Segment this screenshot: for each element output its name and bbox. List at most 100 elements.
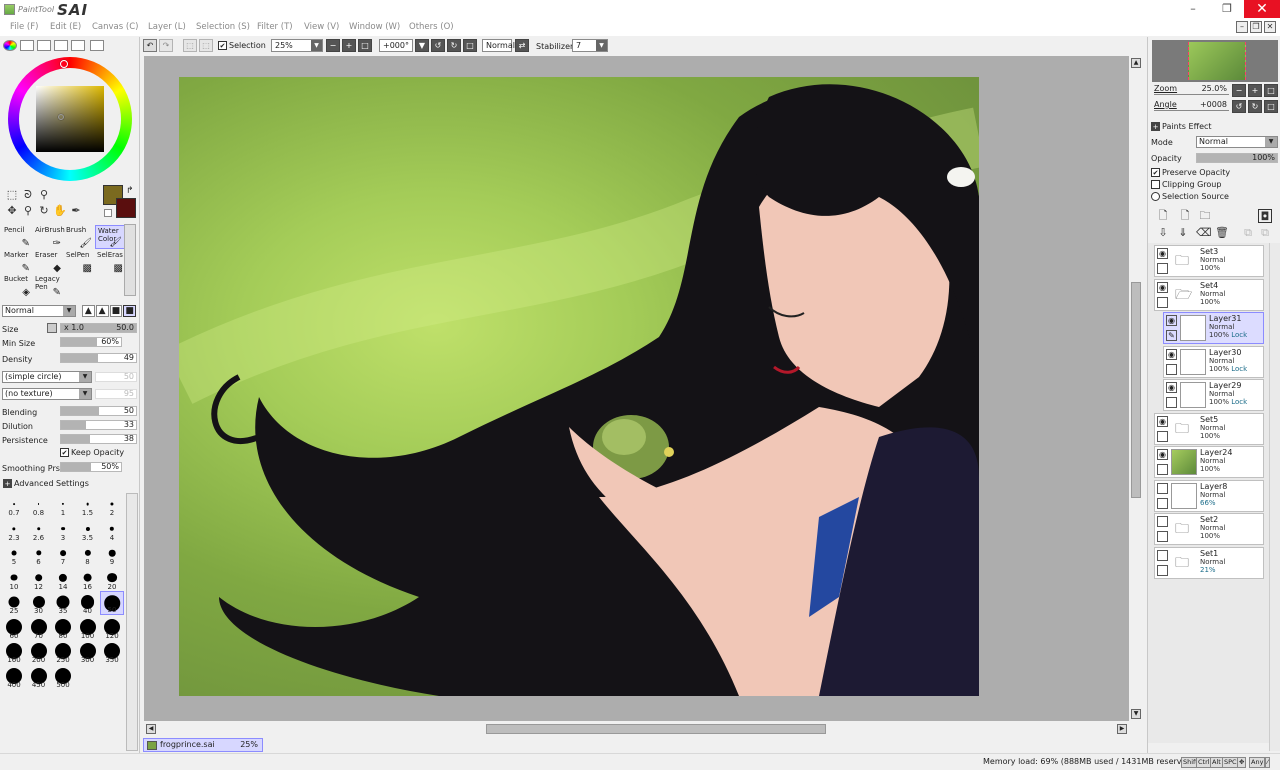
undo-button[interactable]: ↶ bbox=[143, 39, 157, 52]
zoom-reset-button[interactable]: □ bbox=[358, 39, 372, 52]
menu-others[interactable]: Others (O) bbox=[409, 22, 454, 32]
brush-size-cell[interactable]: 120 bbox=[100, 616, 124, 640]
brush-mode-dropdown[interactable]: Normal ▼ bbox=[2, 305, 76, 317]
nav-rotate-right-button[interactable]: ↻ bbox=[1248, 100, 1262, 113]
minimize-button[interactable]: – bbox=[1176, 0, 1210, 18]
menu-filter[interactable]: Filter (T) bbox=[257, 22, 293, 32]
clipping-group-checkbox[interactable] bbox=[1151, 180, 1160, 189]
layer-row-set1[interactable]: 🗀 Set1 Normal 21% bbox=[1154, 546, 1264, 579]
brush-size-cell[interactable]: 35 bbox=[51, 591, 75, 615]
blending-slider[interactable]: 50 bbox=[60, 406, 137, 416]
document-tab[interactable]: frogprince.sai 25% bbox=[143, 738, 263, 752]
layer-mode-dropdown[interactable]: Normal ▼ bbox=[1196, 136, 1278, 148]
brush-size-cell[interactable]: 350 bbox=[100, 640, 124, 664]
layer-list-scrollbar[interactable] bbox=[1269, 243, 1280, 751]
new-folder-icon[interactable]: 🗀 bbox=[1198, 209, 1212, 223]
eyedropper-icon[interactable]: ✒ bbox=[69, 204, 83, 218]
tool-marker[interactable]: Marker ✎ bbox=[2, 250, 32, 274]
layer-row-set3[interactable]: ◉ 🗀 Set3 Normal 100% bbox=[1154, 245, 1264, 277]
nav-zoom-out-button[interactable]: − bbox=[1232, 84, 1246, 97]
layer-row-layer24[interactable]: ◉ Layer24 Normal 100% bbox=[1154, 446, 1264, 478]
layer-row-layer8[interactable]: Layer8 Normal 66% bbox=[1154, 479, 1264, 512]
min-size-slider[interactable]: 60% bbox=[60, 337, 122, 347]
hand-icon[interactable]: ✋ bbox=[53, 204, 67, 218]
tool-brush[interactable]: Brush 🖌 bbox=[64, 225, 94, 249]
hue-selector[interactable] bbox=[60, 60, 68, 68]
menu-selection[interactable]: Selection (S) bbox=[196, 22, 250, 32]
brush-size-cell[interactable]: 300 bbox=[76, 640, 100, 664]
layer-row-set5[interactable]: ◉ 🗀 Set5 Normal 100% bbox=[1154, 412, 1264, 445]
brush-size-cell[interactable]: 450 bbox=[27, 665, 51, 689]
scroll-down-button[interactable]: ▼ bbox=[1131, 709, 1141, 719]
scroll-up-button[interactable]: ▲ bbox=[1131, 58, 1141, 68]
nav-zoom-reset-button[interactable]: □ bbox=[1264, 84, 1278, 97]
stabilizer-dropdown[interactable]: 7 ▼ bbox=[572, 39, 608, 52]
nav-angle-slider[interactable]: +0008 bbox=[1154, 100, 1229, 111]
redo-button[interactable]: ↷ bbox=[159, 39, 173, 52]
brush-texture-dropdown[interactable]: (no texture) ▼ bbox=[2, 388, 92, 400]
nav-zoom-slider[interactable]: 25.0% bbox=[1154, 84, 1229, 95]
selection-source-radio[interactable] bbox=[1151, 192, 1160, 201]
brush-size-cell[interactable]: 4 bbox=[100, 518, 124, 542]
brush-size-cell[interactable]: 40 bbox=[76, 591, 100, 615]
menu-view[interactable]: View (V) bbox=[304, 22, 339, 32]
size-slider[interactable]: x 1.0 50.0 bbox=[60, 323, 137, 333]
layer-lock-icon[interactable] bbox=[1166, 363, 1177, 375]
brush-size-cell[interactable]: 7 bbox=[51, 542, 75, 566]
layer-row-set2[interactable]: 🗀 Set2 Normal 100% bbox=[1154, 513, 1264, 545]
visibility-eye-icon[interactable]: ◉ bbox=[1157, 449, 1168, 460]
visibility-eye-icon[interactable]: ◉ bbox=[1157, 248, 1168, 259]
brush-size-cell[interactable]: 30 bbox=[27, 591, 51, 615]
brush-size-cell[interactable]: 1.5 bbox=[76, 493, 100, 517]
tools-scrollbar[interactable] bbox=[124, 224, 136, 296]
new-layer-icon[interactable]: 🗋 bbox=[1156, 209, 1170, 223]
density-slider[interactable]: 49 bbox=[60, 353, 137, 363]
angle-dropdown-button[interactable]: ▼ bbox=[415, 39, 429, 52]
mdi-close-button[interactable]: ✕ bbox=[1264, 21, 1276, 33]
selection-toggle[interactable]: ✔ Selection bbox=[218, 41, 266, 50]
menu-edit[interactable]: Edit (E) bbox=[50, 22, 81, 32]
new-linework-layer-icon[interactable]: 🗋 bbox=[1178, 209, 1192, 223]
swatch-mode-icon[interactable] bbox=[71, 40, 85, 51]
move-icon[interactable]: ✥ bbox=[5, 204, 19, 218]
preserve-opacity-row[interactable]: ✔ Preserve Opacity bbox=[1151, 168, 1230, 177]
delete-layer-icon[interactable]: 🗑 bbox=[1215, 226, 1229, 240]
zoom-in-button[interactable]: + bbox=[342, 39, 356, 52]
selection-checkbox[interactable]: ✔ bbox=[218, 41, 227, 50]
brush-shape-strength[interactable]: 50 bbox=[95, 372, 137, 382]
visibility-eye-icon[interactable]: ◉ bbox=[1157, 281, 1168, 293]
secondary-color-swatch[interactable] bbox=[116, 198, 136, 218]
rotate-icon[interactable]: ↻ bbox=[37, 204, 51, 218]
lasso-icon[interactable]: ᘐ bbox=[21, 188, 35, 202]
rotate-left-button[interactable]: ↺ bbox=[431, 39, 445, 52]
texture-strength[interactable]: 95 bbox=[95, 389, 137, 399]
brush-size-cell[interactable]: 50 bbox=[100, 591, 124, 615]
vertical-scroll-thumb[interactable] bbox=[1131, 282, 1141, 498]
close-button[interactable]: ✕ bbox=[1244, 0, 1280, 18]
layer-opacity-slider[interactable]: 100% bbox=[1196, 153, 1278, 163]
canvas-area[interactable] bbox=[144, 56, 1129, 721]
layer-lock-icon[interactable] bbox=[1157, 531, 1168, 542]
invert-selection-button[interactable]: ⬚ bbox=[199, 39, 213, 52]
swap-colors-icon[interactable]: ↱ bbox=[126, 186, 134, 196]
mdi-minimize-button[interactable]: – bbox=[1236, 21, 1248, 33]
brush-size-cell[interactable]: 0.7 bbox=[2, 493, 26, 517]
rotate-reset-button[interactable]: □ bbox=[463, 39, 477, 52]
tool-pencil[interactable]: Pencil ✎ bbox=[2, 225, 32, 249]
zoom-dropdown[interactable]: 25% ▼ bbox=[271, 39, 323, 52]
layer-lock-icon[interactable]: ✎ bbox=[1166, 330, 1177, 341]
visibility-eye-icon[interactable] bbox=[1157, 482, 1168, 494]
magic-wand-icon[interactable]: ⚲ bbox=[37, 188, 51, 202]
brush-size-cell[interactable]: 2 bbox=[100, 493, 124, 517]
tool-airbrush[interactable]: AirBrush ✑ bbox=[33, 225, 65, 249]
horizontal-scrollbar[interactable]: ◀ ▶ bbox=[144, 722, 1129, 736]
keep-opacity-row[interactable]: ✔ Keep Opacity bbox=[60, 448, 124, 457]
layer-lock-icon[interactable] bbox=[1157, 564, 1168, 576]
brush-size-cell[interactable]: 14 bbox=[51, 567, 75, 591]
zoom-icon[interactable]: ⚲ bbox=[21, 204, 35, 218]
layer-row-set4[interactable]: ◉ 🗁 Set4 Normal 100% bbox=[1154, 278, 1264, 311]
artwork-canvas[interactable] bbox=[179, 77, 979, 696]
sv-selector[interactable] bbox=[58, 114, 64, 120]
layer-lock-icon[interactable] bbox=[1157, 464, 1168, 475]
layer-mask-icon[interactable]: ◘ bbox=[1258, 209, 1272, 223]
